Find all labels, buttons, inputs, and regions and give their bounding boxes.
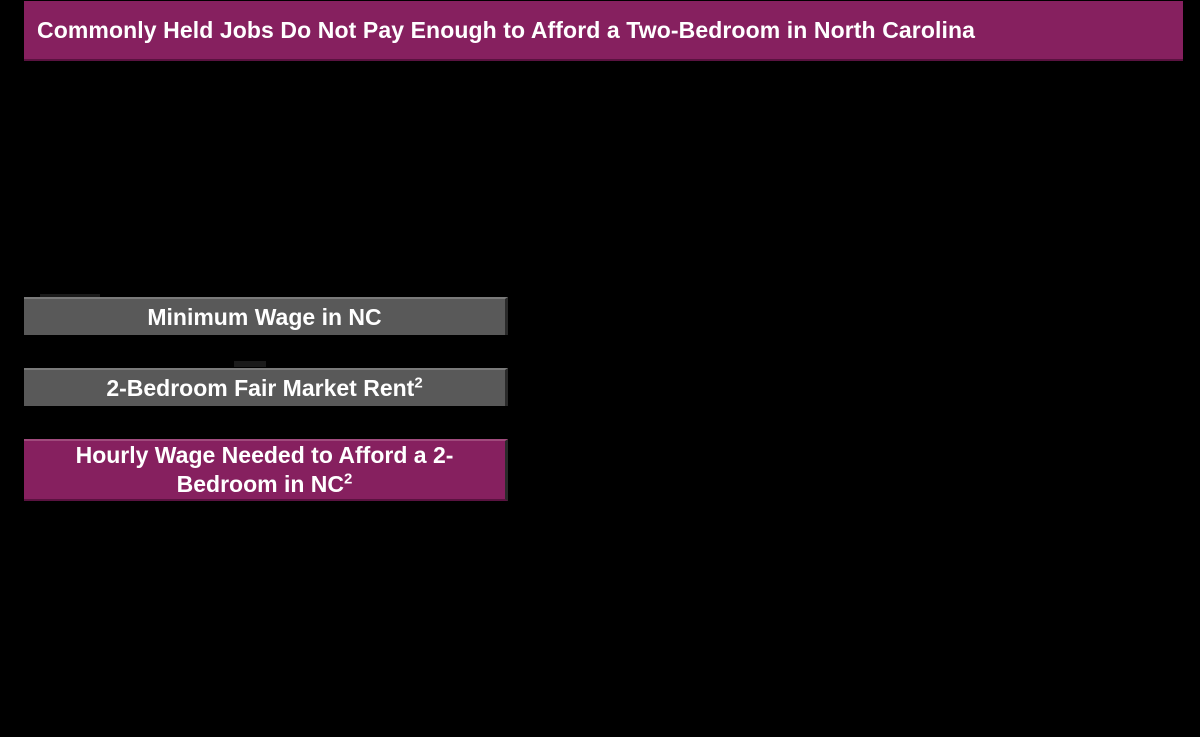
row-label-text-line-1: Hourly Wage Needed to Afford a 2-	[75, 442, 454, 468]
page-title: Commonly Held Jobs Do Not Pay Enough to …	[37, 16, 976, 43]
row-label-hourly-wage-needed: Hourly Wage Needed to Afford a 2- Bedroo…	[24, 439, 508, 501]
row-label-text: 2-Bedroom Fair Market Rent	[106, 374, 415, 401]
row-label-text: Minimum Wage in NC	[147, 303, 382, 330]
row-label-fair-market-rent: 2-Bedroom Fair Market Rent2	[24, 368, 508, 406]
footnote-marker: 2	[414, 373, 423, 391]
title-banner: Commonly Held Jobs Do Not Pay Enough to …	[24, 1, 1183, 61]
infographic-page: Commonly Held Jobs Do Not Pay Enough to …	[0, 0, 1200, 737]
footnote-marker: 2	[344, 470, 353, 488]
row-label-minimum-wage: Minimum Wage in NC	[24, 297, 508, 335]
divider	[234, 361, 266, 367]
row-label-text-line-2: Bedroom in NC	[176, 471, 345, 497]
